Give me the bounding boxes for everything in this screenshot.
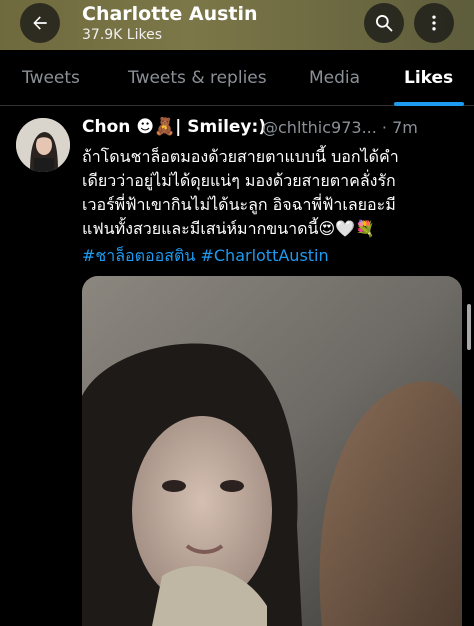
active-tab-indicator	[394, 102, 464, 106]
tab-likes[interactable]: Likes	[404, 68, 453, 88]
tab-media[interactable]: Media	[309, 68, 360, 88]
profile-header: Charlotte Austin 37.9K Likes	[0, 0, 474, 50]
tweet-media-image[interactable]	[82, 276, 462, 626]
tab-tweets-replies[interactable]: Tweets & replies	[128, 68, 267, 88]
tweet-text-line: เวอร์พี่ฟ้าเขากินไม่ได้นะลูก อิจฉาพี่ฟ้า…	[82, 195, 396, 214]
tweet-author-name[interactable]: Chon ☻🧸| Smiley:)	[82, 117, 266, 137]
tweet-text: ถ้าโดนชาล็อตมองด้วยสายตาแบบนี้ บอกได้คำ …	[82, 145, 462, 241]
tweet-hashtags: #ชาล็อตออสติน #CharlottAustin	[82, 244, 329, 269]
hashtag-link[interactable]: #CharlottAustin	[200, 246, 328, 265]
tweet-text-line: ถ้าโดนชาล็อตมองด้วยสายตาแบบนี้ บอกได้คำ	[82, 147, 399, 166]
search-button[interactable]	[364, 3, 404, 43]
search-icon	[376, 15, 393, 32]
tab-tweets[interactable]: Tweets	[22, 68, 80, 88]
back-button[interactable]	[20, 3, 60, 43]
profile-tabs: Tweets Tweets & replies Media Likes	[0, 50, 474, 106]
photo	[82, 276, 462, 626]
profile-name: Charlotte Austin	[82, 3, 258, 25]
tweet-text-line: แฟนทั้งสวยและมีเสน่ห์มากขนาดนี้😍🤍💐	[82, 219, 375, 238]
more-button[interactable]	[414, 3, 454, 43]
more-dots-icon	[432, 15, 436, 31]
hashtag-link[interactable]: #ชาล็อตออสติน	[82, 246, 195, 265]
likes-count: 37.9K Likes	[82, 27, 163, 43]
arrow-left-icon	[33, 16, 47, 30]
tweet-handle-time: @chlthic973... · 7m	[262, 118, 418, 137]
avatar[interactable]	[16, 118, 70, 172]
avatar-image	[16, 118, 70, 172]
tweet-text-line: เดียวว่าอยู่ไม่ได้ดุยแน่ๆ มองด้วยสายตาคล…	[82, 171, 396, 190]
scrollbar[interactable]	[467, 304, 471, 350]
